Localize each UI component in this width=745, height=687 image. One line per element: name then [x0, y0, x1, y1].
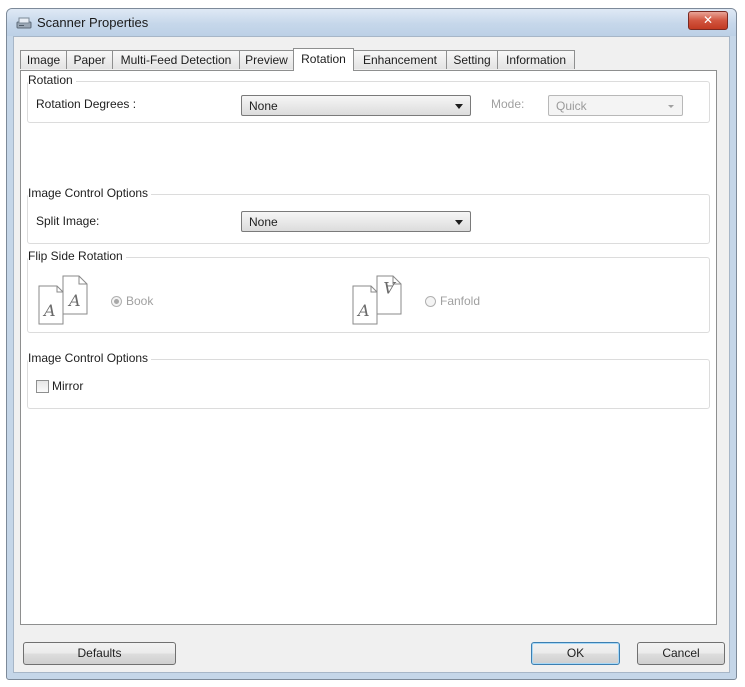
book-radio[interactable] — [111, 296, 122, 307]
split-image-value: None — [249, 215, 278, 229]
cancel-button[interactable]: Cancel — [637, 642, 725, 665]
ok-button[interactable]: OK — [531, 642, 620, 665]
chevron-down-icon — [668, 105, 674, 108]
flip-side-rotation-label: Flip Side Rotation — [28, 249, 126, 263]
close-icon: ✕ — [702, 13, 714, 27]
dialog-client-area: Image Paper Multi-Feed Detection Preview… — [13, 36, 730, 673]
fanfold-label: Fanfold — [440, 294, 481, 308]
image-control-options-mirror-label: Image Control Options — [28, 351, 152, 365]
rotation-degrees-label: Rotation Degrees : — [36, 97, 137, 111]
tab-paper[interactable]: Paper — [66, 50, 113, 69]
tab-rotation[interactable]: Rotation — [293, 48, 354, 71]
mode-value: Quick — [556, 99, 587, 113]
fanfold-pages-icon: A A — [352, 275, 402, 325]
book-pages-icon: A A — [38, 275, 88, 325]
rotation-degrees-dropdown[interactable]: None — [241, 95, 471, 116]
close-button[interactable]: ✕ — [688, 11, 728, 30]
tab-information[interactable]: Information — [497, 50, 575, 69]
image-control-options-label: Image Control Options — [28, 186, 152, 200]
tab-preview[interactable]: Preview — [239, 50, 294, 69]
scanner-properties-window: Scanner Properties ✕ Image Paper Multi-F… — [6, 8, 737, 680]
scanner-app-icon — [16, 17, 32, 29]
svg-text:A: A — [356, 301, 370, 320]
tab-image[interactable]: Image — [20, 50, 67, 69]
mode-label: Mode: — [491, 97, 525, 111]
chevron-down-icon — [455, 220, 463, 225]
svg-text:A: A — [383, 278, 397, 297]
rotation-group-label: Rotation — [28, 73, 76, 87]
defaults-button[interactable]: Defaults — [23, 642, 176, 665]
mode-dropdown[interactable]: Quick — [548, 95, 683, 116]
split-image-label: Split Image: — [36, 214, 100, 228]
tab-setting[interactable]: Setting — [446, 50, 498, 69]
fanfold-radio[interactable] — [425, 296, 436, 307]
svg-text:A: A — [42, 301, 56, 320]
rotation-degrees-value: None — [249, 99, 278, 113]
book-label: Book — [126, 294, 154, 308]
split-image-dropdown[interactable]: None — [241, 211, 471, 232]
title-bar[interactable]: Scanner Properties ✕ — [7, 9, 736, 36]
radio-selected-dot — [114, 299, 119, 304]
tab-enhancement[interactable]: Enhancement — [353, 50, 447, 69]
svg-text:A: A — [67, 291, 81, 310]
image-control-options-mirror-group — [27, 359, 710, 409]
chevron-down-icon — [455, 104, 463, 109]
tab-multi-feed-detection[interactable]: Multi-Feed Detection — [112, 50, 240, 69]
mirror-label: Mirror — [52, 379, 84, 393]
rotation-tab-panel: Rotation Rotation Degrees : None Mode: Q… — [20, 70, 717, 625]
window-title: Scanner Properties — [37, 15, 149, 30]
mirror-checkbox[interactable] — [36, 380, 49, 393]
